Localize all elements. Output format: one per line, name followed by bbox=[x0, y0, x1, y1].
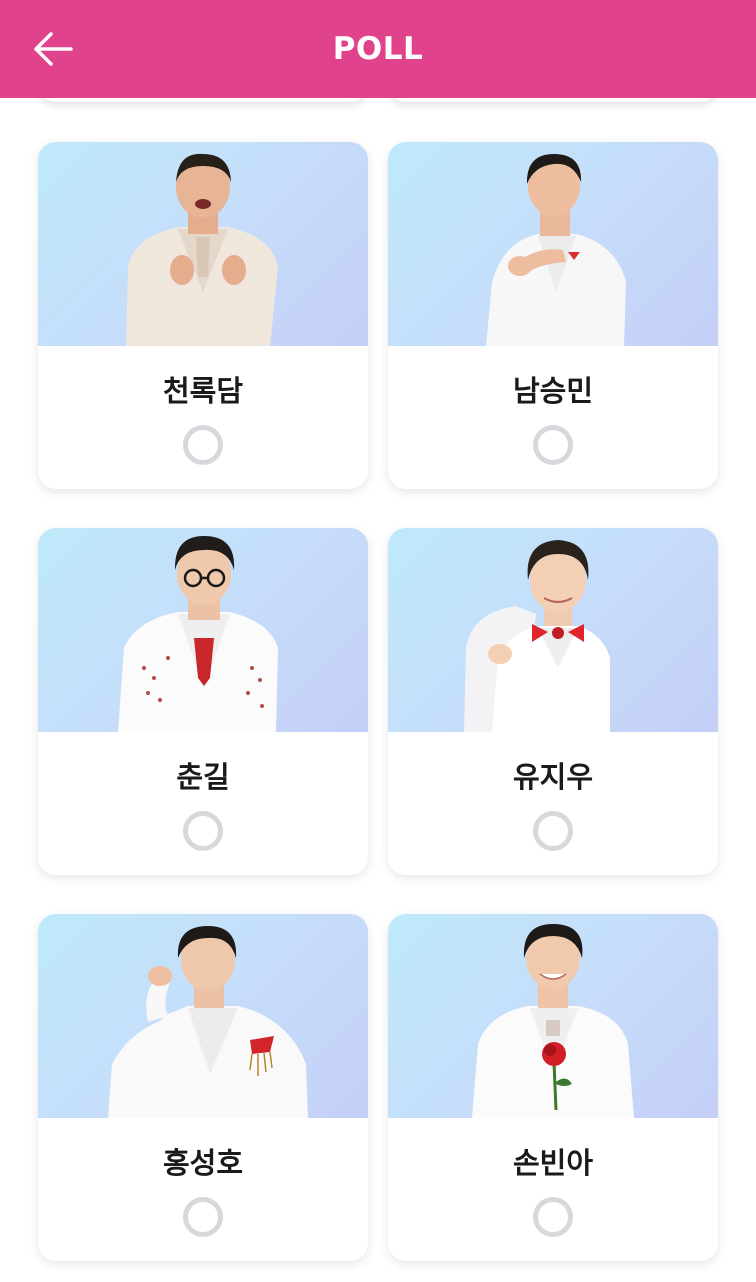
vote-radio[interactable] bbox=[183, 1197, 223, 1237]
candidate-photo bbox=[38, 914, 368, 1118]
person-photo-icon bbox=[464, 540, 610, 732]
candidate-name: 천록담 bbox=[162, 374, 244, 408]
candidate-photo bbox=[388, 914, 718, 1118]
page-title: POLL bbox=[332, 31, 424, 67]
candidate-name: 손빈아 bbox=[512, 1146, 594, 1180]
vote-radio[interactable] bbox=[533, 811, 573, 851]
vote-radio[interactable] bbox=[183, 425, 223, 465]
person-photo-icon bbox=[472, 924, 634, 1118]
person-photo-icon bbox=[486, 154, 626, 346]
poll-list[interactable]: 천록담 남승민 춘길 유지우 홍성호 손빈아 bbox=[0, 0, 756, 1282]
candidate-card[interactable]: 춘길 bbox=[38, 528, 368, 875]
candidate-photo bbox=[38, 142, 368, 346]
candidate-card[interactable]: 손빈아 bbox=[388, 914, 718, 1261]
candidate-card[interactable]: 유지우 bbox=[388, 528, 718, 875]
candidate-name: 홍성호 bbox=[162, 1146, 244, 1180]
candidate-name: 남승민 bbox=[512, 374, 594, 408]
vote-radio[interactable] bbox=[183, 811, 223, 851]
person-photo-icon bbox=[108, 926, 308, 1118]
candidate-photo bbox=[38, 528, 368, 732]
candidate-card[interactable]: 홍성호 bbox=[38, 914, 368, 1261]
app-header: POLL bbox=[0, 0, 756, 98]
candidate-name: 춘길 bbox=[176, 760, 230, 794]
vote-radio[interactable] bbox=[533, 1197, 573, 1237]
candidate-card[interactable]: 남승민 bbox=[388, 142, 718, 489]
candidate-name: 유지우 bbox=[512, 760, 594, 794]
person-photo-icon bbox=[118, 536, 278, 732]
person-photo-icon bbox=[126, 153, 278, 346]
vote-radio[interactable] bbox=[533, 425, 573, 465]
candidate-card[interactable]: 천록담 bbox=[38, 142, 368, 489]
candidate-photo bbox=[388, 142, 718, 346]
candidate-photo bbox=[388, 528, 718, 732]
